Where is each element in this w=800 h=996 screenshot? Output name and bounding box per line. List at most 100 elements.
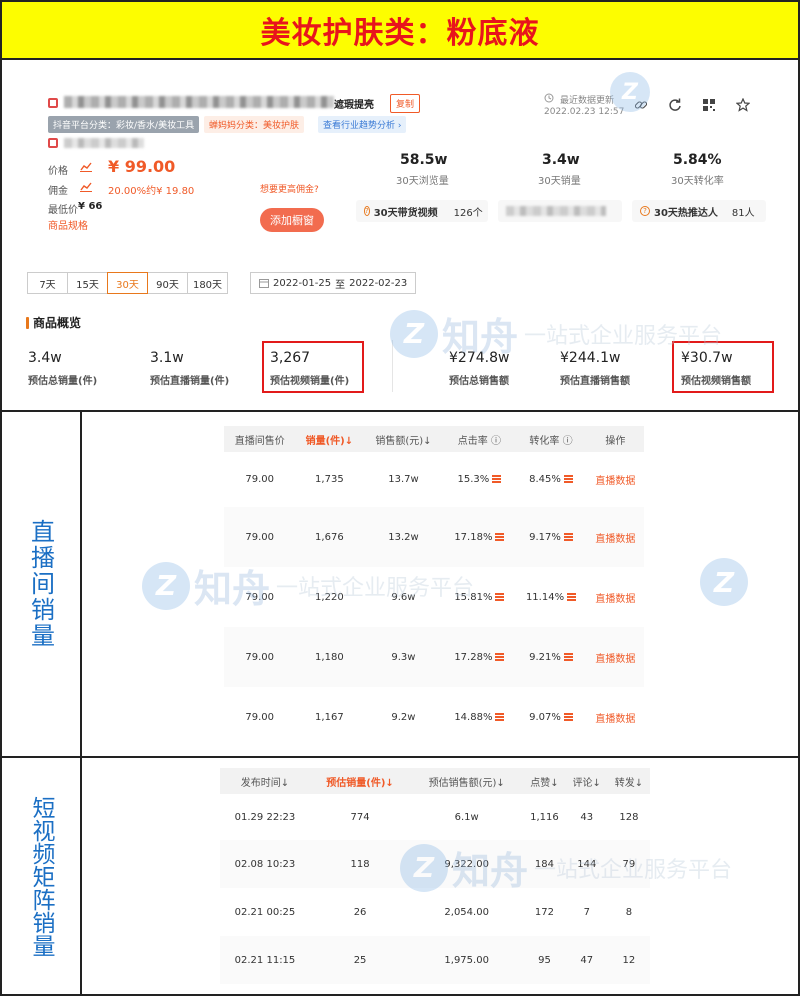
live-revenue-label: 预估直播销售额 bbox=[560, 376, 630, 387]
views-label: 30天浏览量 bbox=[396, 176, 449, 187]
ctr-cell: 14.88% bbox=[454, 711, 493, 723]
col-price[interactable]: 直播间售价 bbox=[224, 426, 296, 452]
col-sales[interactable]: 销量(件)↓ bbox=[295, 426, 364, 452]
bars-icon[interactable] bbox=[563, 712, 573, 721]
question-icon: ? bbox=[640, 206, 650, 216]
bars-icon[interactable] bbox=[567, 592, 577, 601]
live-data-link[interactable]: 直播数据 bbox=[595, 714, 635, 725]
bars-icon[interactable] bbox=[563, 475, 573, 483]
period-tabs: 7天 15天 30天 90天 180天 bbox=[27, 272, 228, 294]
price-cell: 79.00 bbox=[245, 531, 275, 543]
update-label: 最近数据更新 bbox=[560, 96, 615, 106]
tab-15d[interactable]: 15天 bbox=[67, 272, 108, 294]
comments-cell: 47 bbox=[565, 936, 608, 984]
short-video-section: 短视频矩阵销量 发布时间↓ 预估销量(件)↓ 预估销售额(元)↓ 点赞↓ 评论↓… bbox=[0, 758, 800, 996]
blurred-product-title bbox=[64, 96, 334, 108]
col-conversion[interactable]: 转化率 ⓘ bbox=[515, 426, 587, 452]
conversion-cell: 11.14% bbox=[525, 591, 565, 603]
short-video-table: 发布时间↓ 预估销量(件)↓ 预估销售额(元)↓ 点赞↓ 评论↓ 转发↓ 01.… bbox=[220, 768, 650, 984]
live-data-link[interactable]: 直播数据 bbox=[595, 654, 635, 665]
live-side-label-text: 直播间销量 bbox=[26, 519, 55, 649]
copy-button[interactable]: 复制 bbox=[390, 94, 421, 113]
table-row: 02.21 11:15 25 1,975.00 95 47 12 bbox=[220, 936, 650, 984]
shares-cell: 128 bbox=[619, 811, 639, 823]
bars-icon[interactable] bbox=[495, 592, 505, 601]
tab-180d[interactable]: 180天 bbox=[187, 272, 228, 294]
bars-icon[interactable] bbox=[495, 652, 505, 661]
price-label: 价格 bbox=[48, 166, 68, 177]
bars-icon[interactable] bbox=[495, 712, 505, 721]
live-data-link[interactable]: 直播数据 bbox=[595, 534, 635, 545]
bars-icon[interactable] bbox=[563, 652, 573, 661]
video-revenue-highlight bbox=[672, 341, 774, 393]
revenue-cell: 9.2w bbox=[391, 711, 416, 723]
tab-90d[interactable]: 90天 bbox=[147, 272, 188, 294]
video-count-label: 30天带货视频 bbox=[373, 207, 438, 219]
comments-cell: 43 bbox=[580, 811, 594, 823]
sales-cell: 1,167 bbox=[315, 711, 344, 723]
revenue-cell: 9.6w bbox=[391, 591, 416, 603]
table-row: 79.00 1,167 9.2w 14.88% 9.07% 直播数据 bbox=[224, 687, 644, 747]
date-range-picker[interactable]: 2022-01-25 至 2022-02-23 bbox=[250, 272, 416, 294]
col-est-sales[interactable]: 预估销量(件)↓ bbox=[309, 768, 411, 794]
table-row: 79.00 1,676 13.2w 17.18% 9.17% 直播数据 bbox=[224, 507, 644, 567]
sales-cell: 1,180 bbox=[315, 651, 344, 663]
bars-icon[interactable] bbox=[495, 532, 505, 541]
calendar-icon bbox=[259, 279, 269, 288]
video-count-value: 126个 bbox=[453, 207, 483, 219]
refresh-icon[interactable] bbox=[664, 94, 686, 116]
publish-time-cell: 02.21 00:25 bbox=[234, 906, 296, 918]
ctr-cell: 15.81% bbox=[454, 591, 493, 603]
commission-trend-icon[interactable] bbox=[80, 182, 92, 192]
tab-7d[interactable]: 7天 bbox=[27, 272, 68, 294]
publish-time-cell: 02.21 11:15 bbox=[220, 936, 310, 984]
higher-commission-link[interactable]: 想要更高佣金? bbox=[260, 182, 319, 195]
link-icon[interactable] bbox=[630, 94, 652, 116]
col-revenue[interactable]: 销售额(元)↓ bbox=[363, 426, 444, 452]
sales-cell: 1,220 bbox=[315, 591, 344, 603]
price-trend-icon[interactable] bbox=[80, 162, 92, 172]
star-icon[interactable] bbox=[732, 94, 754, 116]
commission-label: 佣金 bbox=[48, 186, 68, 197]
talent-count-value: 81人 bbox=[731, 207, 755, 219]
live-revenue-value: ¥244.1w bbox=[560, 350, 621, 366]
spec-link[interactable]: 商品规格 bbox=[48, 217, 88, 232]
revenue-cell: 13.2w bbox=[388, 531, 419, 543]
total-sales-value: 3.4w bbox=[28, 350, 62, 366]
shares-cell: 8 bbox=[625, 906, 633, 918]
add-to-window-button[interactable]: 添加橱窗 bbox=[260, 208, 324, 232]
talent-count-pill[interactable]: ? 30天热推达人 81人 bbox=[632, 200, 766, 222]
tab-30d[interactable]: 30天 bbox=[107, 272, 148, 294]
live-sales-label: 预估直播销量(件) bbox=[150, 376, 230, 387]
likes-cell: 95 bbox=[523, 936, 566, 984]
col-comments[interactable]: 评论↓ bbox=[565, 768, 608, 794]
table-row: 02.21 00:25 26 2,054.00 172 7 8 bbox=[220, 888, 650, 936]
date-end: 2022-02-23 bbox=[349, 277, 408, 289]
update-time: 2022.02.23 12:57 bbox=[544, 107, 625, 117]
video-count-pill[interactable]: ? 30天带货视频 126个 bbox=[356, 200, 488, 222]
video-side-label: 短视频矩阵销量 bbox=[2, 758, 82, 994]
comments-cell: 7 bbox=[583, 906, 590, 918]
publish-time-cell: 02.08 10:23 bbox=[220, 840, 310, 888]
qrcode-icon[interactable] bbox=[698, 94, 720, 116]
col-likes[interactable]: 点赞↓ bbox=[523, 768, 566, 794]
date-separator: 至 bbox=[335, 279, 346, 291]
bars-icon[interactable] bbox=[492, 475, 502, 483]
live-data-link[interactable]: 直播数据 bbox=[595, 594, 635, 605]
price-cell: 79.00 bbox=[245, 591, 275, 603]
col-ctr[interactable]: 点击率 ⓘ bbox=[443, 426, 516, 452]
live-data-link[interactable]: 直播数据 bbox=[595, 476, 635, 487]
price-value: ¥ 99.00 bbox=[108, 157, 176, 176]
col-publish-time[interactable]: 发布时间↓ bbox=[220, 768, 310, 794]
bars-icon[interactable] bbox=[563, 532, 573, 541]
shares-cell: 79 bbox=[607, 840, 650, 888]
clock-icon bbox=[544, 93, 554, 103]
est-sales-cell: 26 bbox=[353, 906, 367, 918]
col-shares[interactable]: 转发↓ bbox=[607, 768, 650, 794]
industry-trend-link[interactable]: 查看行业趋势分析 › bbox=[318, 116, 407, 133]
live-room-section: 直播间销量 直播间售价 销量(件)↓ 销售额(元)↓ 点击率 ⓘ 转化率 ⓘ 操… bbox=[0, 412, 800, 758]
blurred-store-name bbox=[64, 138, 144, 148]
col-est-revenue[interactable]: 预估销售额(元)↓ bbox=[410, 768, 524, 794]
product-title-suffix: 遮瑕提亮 bbox=[334, 100, 374, 111]
sales-cell: 1,676 bbox=[315, 531, 344, 543]
